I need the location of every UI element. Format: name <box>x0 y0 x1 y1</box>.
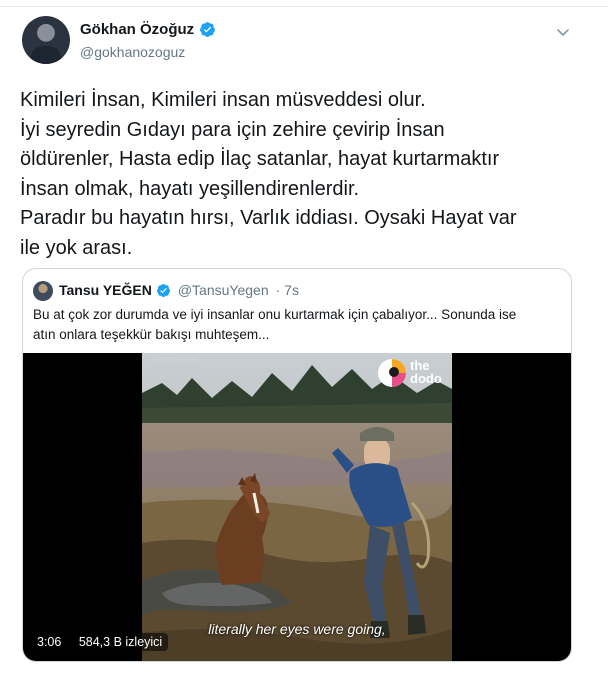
quoted-author-row: Tansu YEĞEN @TansuYegen · 7s <box>59 282 299 298</box>
video-watermark: kandrolayne <box>152 355 196 364</box>
video-time-badge: 3:06 584,3 B izleyici <box>31 633 169 651</box>
tweet-text-line: İnsan olmak, hayatı yeşillendirenlerdir. <box>20 177 360 200</box>
previous-tweet-border <box>0 0 608 7</box>
video-thumbnail <box>142 353 452 661</box>
tweet-text-line: Kimileri İnsan, Kimileri insan müsveddes… <box>20 89 426 111</box>
quoted-tweet-text: Bu at çok zor durumda ve iyi insanlar on… <box>33 305 563 345</box>
video-duration: 3:06 <box>37 635 62 649</box>
author-name-row: Gökhan Özoğuz <box>80 21 216 38</box>
quoted-author-handle[interactable]: @TansuYegen <box>178 282 269 298</box>
chevron-down-icon[interactable] <box>555 24 571 40</box>
author-name[interactable]: Gökhan Özoğuz <box>80 21 194 38</box>
quoted-tweet-time[interactable]: · 7s <box>276 282 299 298</box>
video-frame[interactable]: kandrolayne the dodo literally her eyes … <box>142 353 452 661</box>
video-caption: literally her eyes were going, <box>208 621 386 637</box>
tweet-text: Kimileri İnsan, Kimileri insan müsveddes… <box>20 86 585 263</box>
quoted-text-line: atın onlara teşekkür bakışı muhteşem... <box>33 327 270 342</box>
author-avatar[interactable] <box>22 16 70 64</box>
quoted-author-name[interactable]: Tansu YEĞEN <box>59 282 152 298</box>
verified-badge-icon <box>200 22 216 37</box>
author-handle[interactable]: @gokhanozoguz <box>80 44 185 60</box>
video-view-count: 584,3 B izleyici <box>78 635 163 649</box>
quoted-text-line: Bu at çok zor durumda ve iyi insanlar on… <box>33 307 517 322</box>
the-dodo-logo-text: the dodo <box>410 358 442 386</box>
tweet-text-line: Paradır bu hayatın hırsı, Varlık iddiası… <box>20 207 517 229</box>
quoted-tweet-card[interactable]: Tansu YEĞEN @TansuYegen · 7s Bu at çok z… <box>22 268 572 662</box>
quoted-author-avatar[interactable] <box>33 281 53 301</box>
tweet-text-line: ile yok arası. <box>20 236 133 259</box>
tweet-text-line: öldürenler, Hasta edip İlaç satanlar, ha… <box>20 148 500 170</box>
verified-badge-icon <box>156 283 170 297</box>
tweet-text-line: İyi seyredin Gıdayı para için zehire çev… <box>20 118 445 141</box>
video-player[interactable]: kandrolayne the dodo literally her eyes … <box>23 353 571 661</box>
